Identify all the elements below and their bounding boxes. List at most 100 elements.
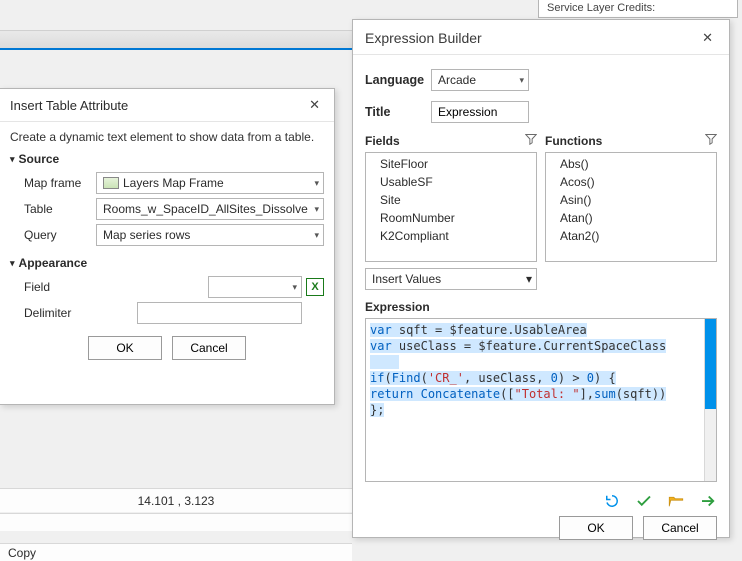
code-token: 0 (587, 371, 594, 385)
list-item[interactable]: SiteFloor (366, 155, 536, 173)
code-token: (sqft)) (616, 387, 667, 401)
status-spacer (0, 513, 352, 531)
code-token: ([ (500, 387, 514, 401)
code-token: ) > (558, 371, 587, 385)
list-item[interactable]: UsableSF (366, 173, 536, 191)
chevron-down-icon: ▾ (519, 75, 524, 86)
chevron-down-icon: ▾ (292, 282, 297, 293)
expression-icon[interactable]: X (306, 278, 324, 296)
section-source-label: Source (19, 152, 60, 166)
code-token: ) { (594, 371, 616, 385)
field-dropdown[interactable]: ▾ (208, 276, 302, 298)
query-label: Query (10, 228, 96, 242)
panel-description: Create a dynamic text element to show da… (10, 130, 324, 144)
functions-heading: Functions (545, 134, 602, 148)
service-layer-credits: Service Layer Credits: (538, 0, 738, 18)
panel-header: Expression Builder ✕ (353, 20, 729, 55)
expression-builder-panel: Expression Builder ✕ Language Arcade ▾ T… (352, 19, 730, 538)
chevron-down-icon: ▾ (526, 272, 532, 286)
code-token: ( (421, 371, 428, 385)
list-item[interactable]: RoomNumber (366, 209, 536, 227)
language-label: Language (365, 73, 431, 87)
table-label: Table (10, 202, 96, 216)
code-token: Find (392, 371, 421, 385)
list-item[interactable]: Acos() (546, 173, 716, 191)
close-icon[interactable]: ✕ (305, 95, 324, 115)
chevron-down-icon: ▾ (10, 258, 15, 269)
validate-icon[interactable] (635, 492, 653, 510)
code-token: var (370, 339, 392, 353)
panel-title: Expression Builder (365, 30, 482, 46)
list-item[interactable]: K2Compliant (366, 227, 536, 245)
close-icon[interactable]: ✕ (698, 28, 717, 48)
title-input[interactable] (431, 101, 529, 123)
list-item[interactable]: Atan() (546, 209, 716, 227)
chevron-down-icon: ▾ (314, 178, 319, 189)
panel-header: Insert Table Attribute ✕ (0, 89, 334, 122)
insert-values-dropdown[interactable]: Insert Values ▾ (365, 268, 537, 290)
filter-icon[interactable] (705, 133, 717, 148)
functions-listbox[interactable]: Abs()Acos()Asin()Atan()Atan2() (545, 152, 717, 262)
map-thumbnail-icon (103, 177, 119, 189)
language-value: Arcade (438, 73, 476, 87)
section-source[interactable]: ▾ Source (10, 152, 324, 166)
field-label: Field (10, 280, 96, 294)
delimiter-input[interactable] (137, 302, 302, 324)
title-label: Title (365, 105, 431, 119)
list-item[interactable]: Atan2() (546, 227, 716, 245)
code-token: "Total: " (515, 387, 580, 401)
code-token: , useClass, (464, 371, 551, 385)
code-token: Concatenate (421, 387, 500, 401)
map-frame-value: Layers Map Frame (123, 176, 314, 190)
query-value: Map series rows (103, 228, 314, 242)
table-value: Rooms_w_SpaceID_AllSites_Dissolve (103, 202, 314, 216)
code-scrollbar[interactable] (704, 319, 716, 481)
chevron-down-icon: ▾ (314, 230, 319, 241)
ok-button[interactable]: OK (559, 516, 633, 540)
panel-title: Insert Table Attribute (10, 98, 128, 113)
undo-icon[interactable] (603, 492, 621, 510)
code-token: if (370, 371, 384, 385)
language-dropdown[interactable]: Arcade ▾ (431, 69, 529, 91)
list-item[interactable]: Abs() (546, 155, 716, 173)
ambient-ribbon (0, 30, 352, 50)
code-token: sqft = $feature.UsableArea (392, 323, 587, 337)
insert-table-attribute-panel: Insert Table Attribute ✕ Create a dynami… (0, 88, 335, 405)
insert-values-label: Insert Values (372, 272, 441, 286)
export-arrow-icon[interactable] (699, 492, 717, 510)
map-frame-dropdown[interactable]: Layers Map Frame ▾ (96, 172, 324, 194)
code-token: ], (580, 387, 594, 401)
fields-heading: Fields (365, 134, 400, 148)
list-item[interactable]: Asin() (546, 191, 716, 209)
section-appearance[interactable]: ▾ Appearance (10, 256, 324, 270)
coordinates-text: 14.101 , 3.123 (138, 494, 215, 508)
expression-heading: Expression (365, 300, 717, 314)
query-dropdown[interactable]: Map series rows ▾ (96, 224, 324, 246)
code-token: ( (384, 371, 391, 385)
code-token: var (370, 323, 392, 337)
filter-icon[interactable] (525, 133, 537, 148)
copy-label: Copy (8, 546, 36, 560)
chevron-down-icon: ▾ (314, 204, 319, 215)
cancel-button[interactable]: Cancel (172, 336, 246, 360)
chevron-down-icon: ▾ (10, 154, 15, 165)
cancel-button[interactable]: Cancel (643, 516, 717, 540)
expression-editor[interactable]: var sqft = $feature.UsableArea var useCl… (365, 318, 717, 482)
table-dropdown[interactable]: Rooms_w_SpaceID_AllSites_Dissolve ▾ (96, 198, 324, 220)
code-token: sum (594, 387, 616, 401)
fields-listbox[interactable]: SiteFloorUsableSFSiteRoomNumberK2Complia… (365, 152, 537, 262)
code-token: useClass = $feature.CurrentSpaceClass (392, 339, 667, 353)
list-item[interactable]: Site (366, 191, 536, 209)
code-token (413, 387, 420, 401)
code-token: 'CR_' (428, 371, 464, 385)
delimiter-label: Delimiter (10, 306, 96, 320)
section-appearance-label: Appearance (19, 256, 88, 270)
code-token: return (370, 387, 413, 401)
map-frame-label: Map frame (10, 176, 96, 190)
folder-open-icon[interactable] (667, 492, 685, 510)
ok-button[interactable]: OK (88, 336, 162, 360)
status-copy: Copy (0, 543, 352, 561)
code-token: }; (370, 403, 384, 417)
code-token: 0 (551, 371, 558, 385)
status-coordinates: 14.101 , 3.123 (0, 488, 352, 512)
